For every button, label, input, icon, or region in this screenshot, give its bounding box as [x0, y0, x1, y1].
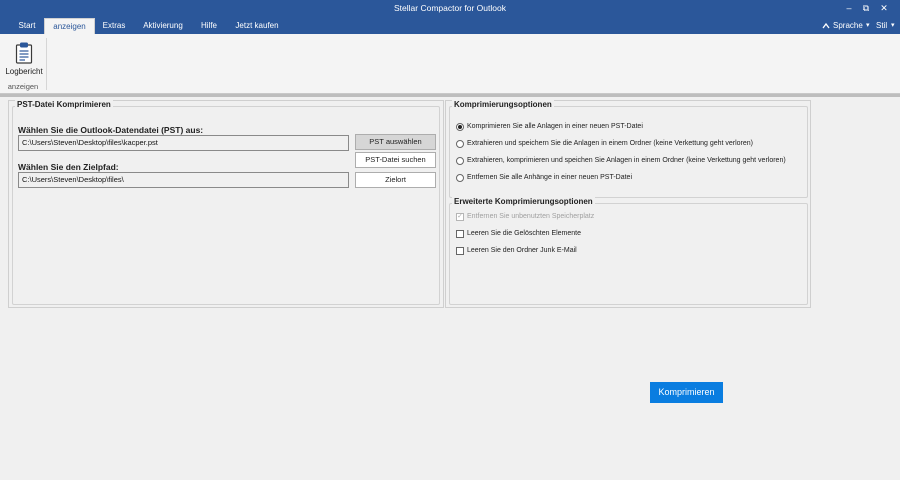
option-label: Extrahieren und speichern Sie die Anlage… [467, 140, 754, 147]
style-menu[interactable]: Stil [876, 18, 887, 34]
checkbox[interactable] [456, 247, 464, 255]
target-label: Wählen Sie den Zielpfad: [18, 162, 119, 172]
clipboard-log-icon [15, 42, 33, 64]
radio-button[interactable] [456, 140, 464, 148]
collapse-ribbon-button[interactable] [822, 18, 830, 34]
options-fieldset [449, 106, 808, 198]
style-dropdown-icon[interactable]: ▾ [866, 18, 870, 34]
compress-button[interactable]: Komprimieren [650, 382, 723, 403]
tab-hilfe[interactable]: Hilfe [193, 18, 225, 34]
restore-button[interactable]: ⧉ [859, 2, 873, 14]
search-pst-button[interactable]: PST-Datei suchen [355, 152, 436, 168]
compress-panel: PST-Datei Komprimieren Wählen Sie die Ou… [8, 100, 444, 308]
tab-aktivierung[interactable]: Aktivierung [136, 18, 190, 34]
option-label: Komprimieren Sie alle Anlagen in einer n… [467, 123, 643, 130]
ribbon-group-label: anzeigen [7, 82, 39, 91]
checkbox-label: Leeren Sie den Ordner Junk E-Mail [467, 247, 577, 254]
radio-button[interactable] [456, 174, 464, 182]
ribbon-separator [46, 38, 47, 90]
advanced-options-title: Erweiterte Komprimierungsoptionen [452, 197, 595, 206]
compress-panel-title: PST-Datei Komprimieren [15, 100, 113, 109]
log-report-button[interactable]: Logbericht [4, 39, 44, 81]
checkbox-label: Entfernen Sie unbenutzten Speicherplatz [467, 213, 595, 220]
target-path-input[interactable]: C:\Users\Steven\Desktop\files\ [18, 172, 349, 188]
title-bar: Stellar Compactor for Outlook – ⧉ ✕ [0, 0, 900, 17]
style-arrow-icon[interactable]: ▾ [891, 18, 895, 34]
window-title: Stellar Compactor for Outlook [394, 3, 506, 13]
radio-button[interactable] [456, 123, 464, 131]
minimize-button[interactable]: – [842, 2, 856, 14]
options-panel: Komprimierungsoptionen Komprimieren Sie … [445, 100, 811, 308]
radio-button[interactable] [456, 157, 464, 165]
checkbox-label: Leeren Sie die Gelöschten Elemente [467, 230, 582, 237]
option-label: Extrahieren, komprimieren und speichen S… [467, 157, 786, 164]
select-pst-button[interactable]: PST auswählen [355, 134, 436, 150]
checkbox[interactable]: ✓ [456, 213, 464, 221]
tab-extras[interactable]: Extras [96, 18, 132, 34]
menu-bar: Start anzeigen Extras Aktivierung Hilfe … [0, 17, 900, 34]
close-button[interactable]: ✕ [877, 2, 891, 14]
language-menu[interactable]: Sprache [833, 18, 863, 34]
ribbon: Logbericht anzeigen [0, 34, 900, 94]
checkbox[interactable] [456, 230, 464, 238]
log-report-label: Logbericht [5, 67, 43, 76]
tab-start[interactable]: Start [10, 18, 44, 34]
option-label: Entfernen Sie alle Anhänge in einer neue… [467, 174, 633, 181]
source-path-input[interactable]: C:\Users\Steven\Desktop\files\kacper.pst [18, 135, 349, 151]
tab-anzeigen[interactable]: anzeigen [44, 18, 95, 34]
chevron-up-icon [822, 22, 830, 29]
source-label: Wählen Sie die Outlook-Datendatei (PST) … [18, 125, 204, 135]
options-panel-title: Komprimierungsoptionen [452, 100, 554, 109]
destination-button[interactable]: Zielort [355, 172, 436, 188]
tab-jetzt-kaufen[interactable]: Jetzt kaufen [228, 18, 286, 34]
ribbon-splitter [0, 94, 900, 97]
